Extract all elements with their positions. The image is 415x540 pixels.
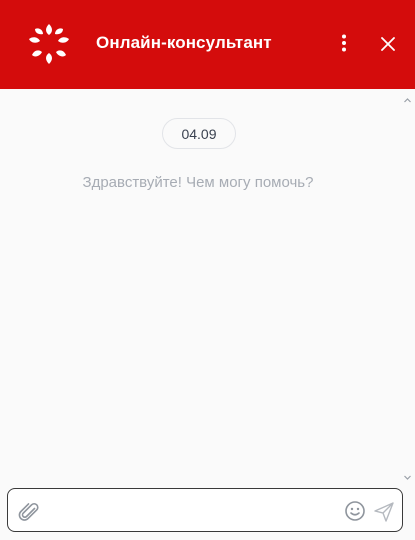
chat-title: Онлайн-консультант: [96, 33, 272, 52]
chevron-down-icon[interactable]: [403, 469, 412, 480]
send-icon[interactable]: [372, 500, 396, 524]
date-separator: 04.09: [162, 118, 236, 149]
greeting-message: Здравствуйте! Чем могу помочь?: [82, 174, 314, 191]
message-composer: [7, 488, 403, 532]
smiley-icon[interactable]: [343, 499, 367, 523]
message-area[interactable]: 04.09 Здравствуйте! Чем могу помочь?: [0, 89, 415, 480]
chat-header: Онлайн-консультант: [0, 0, 415, 89]
brand-logo-icon: [26, 22, 72, 66]
paperclip-icon[interactable]: [16, 499, 40, 523]
close-icon[interactable]: [375, 31, 401, 57]
message-input[interactable]: [50, 495, 335, 525]
more-vertical-icon[interactable]: [333, 30, 355, 56]
chat-widget: Онлайн-консультант 04.09 Здравствуйте! Ч…: [0, 0, 415, 540]
chevron-up-icon[interactable]: [403, 92, 412, 103]
